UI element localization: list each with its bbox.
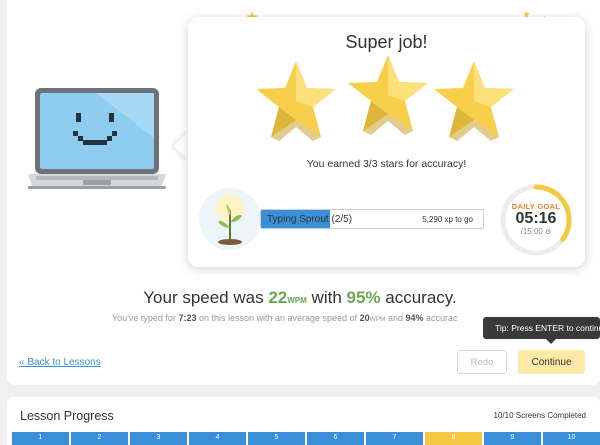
detail-part: and bbox=[385, 313, 406, 323]
screen-steps: 1 2 3 4 5 6 7 8 9 10 bbox=[12, 432, 600, 445]
lesson-progress-title: Lesson Progress bbox=[20, 409, 114, 423]
screen-step-1[interactable]: 1 bbox=[12, 432, 69, 445]
accuracy-stars bbox=[258, 55, 514, 141]
tooltip-arrow bbox=[546, 339, 556, 344]
level-name: Typing Sprout (2/5) bbox=[267, 214, 353, 225]
avg-wpm-unit: WPM bbox=[369, 316, 386, 323]
laptop-mascot-icon bbox=[28, 88, 166, 189]
detail-part: on this lesson with an average speed of bbox=[196, 313, 360, 323]
lesson-detail-text: You've typed for 7:23 on this lesson wit… bbox=[112, 313, 458, 323]
sprout-avatar bbox=[199, 188, 261, 250]
gear-icon[interactable]: ⚙ bbox=[545, 229, 551, 236]
back-to-lessons-link[interactable]: « Back to Lessons bbox=[19, 357, 101, 368]
daily-goal-target-value: /15:00 bbox=[520, 227, 543, 236]
screen-step-5[interactable]: 5 bbox=[248, 432, 305, 445]
screen-step-8[interactable]: 8 bbox=[425, 432, 482, 445]
screen-step-9[interactable]: 9 bbox=[484, 432, 541, 445]
result-bubble: Super job! You earned 3/3 stars for accu… bbox=[188, 17, 585, 267]
daily-goal-time: 05:16 bbox=[515, 210, 557, 227]
screen-step-2[interactable]: 2 bbox=[71, 432, 128, 445]
screen-step-3[interactable]: 3 bbox=[130, 432, 187, 445]
wpm-value: 22 bbox=[268, 288, 288, 307]
speed-middle: with bbox=[306, 288, 347, 307]
stars-earned-text: You earned 3/3 stars for accuracy! bbox=[306, 158, 467, 170]
result-title: Super job! bbox=[345, 32, 428, 52]
speed-suffix: accuracy. bbox=[380, 288, 457, 307]
redo-button[interactable]: Redo bbox=[457, 350, 507, 374]
star-icon bbox=[258, 61, 336, 141]
avg-wpm: 20 bbox=[359, 313, 370, 323]
star-icon bbox=[434, 61, 514, 141]
screens-completed-count: 10/10 Screens Completed bbox=[493, 411, 587, 420]
screen-step-4[interactable]: 4 bbox=[189, 432, 246, 445]
wpm-unit: WPM bbox=[287, 296, 307, 305]
sprout-icon bbox=[216, 194, 244, 245]
accuracy-value: 95% bbox=[346, 288, 381, 307]
continue-button[interactable]: Continue bbox=[518, 350, 585, 374]
screen-step-7[interactable]: 7 bbox=[366, 432, 423, 445]
level-progress-bar: Typing Sprout (2/5) 5,290 xp to go bbox=[260, 209, 484, 229]
speed-prefix: Your speed was bbox=[143, 288, 269, 307]
daily-goal-target: /15:00 ⚙ bbox=[499, 227, 573, 236]
enter-tip-tooltip: Tip: Press ENTER to continu bbox=[483, 317, 600, 339]
avg-accuracy: 94% bbox=[405, 313, 424, 323]
detail-part: You've typed for bbox=[112, 313, 179, 323]
screen-step-6[interactable]: 6 bbox=[307, 432, 364, 445]
lesson-time: 7:23 bbox=[178, 313, 197, 323]
screen-step-10[interactable]: 10 bbox=[543, 432, 600, 445]
star-icon bbox=[348, 55, 428, 135]
xp-to-go: 5,290 xp to go bbox=[422, 215, 473, 224]
speed-summary: Your speed was 22WPM with 95% accuracy. bbox=[0, 288, 600, 308]
detail-part: accurac bbox=[423, 313, 458, 323]
lesson-progress-panel: Lesson Progress 10/10 Screens Completed … bbox=[7, 397, 600, 445]
